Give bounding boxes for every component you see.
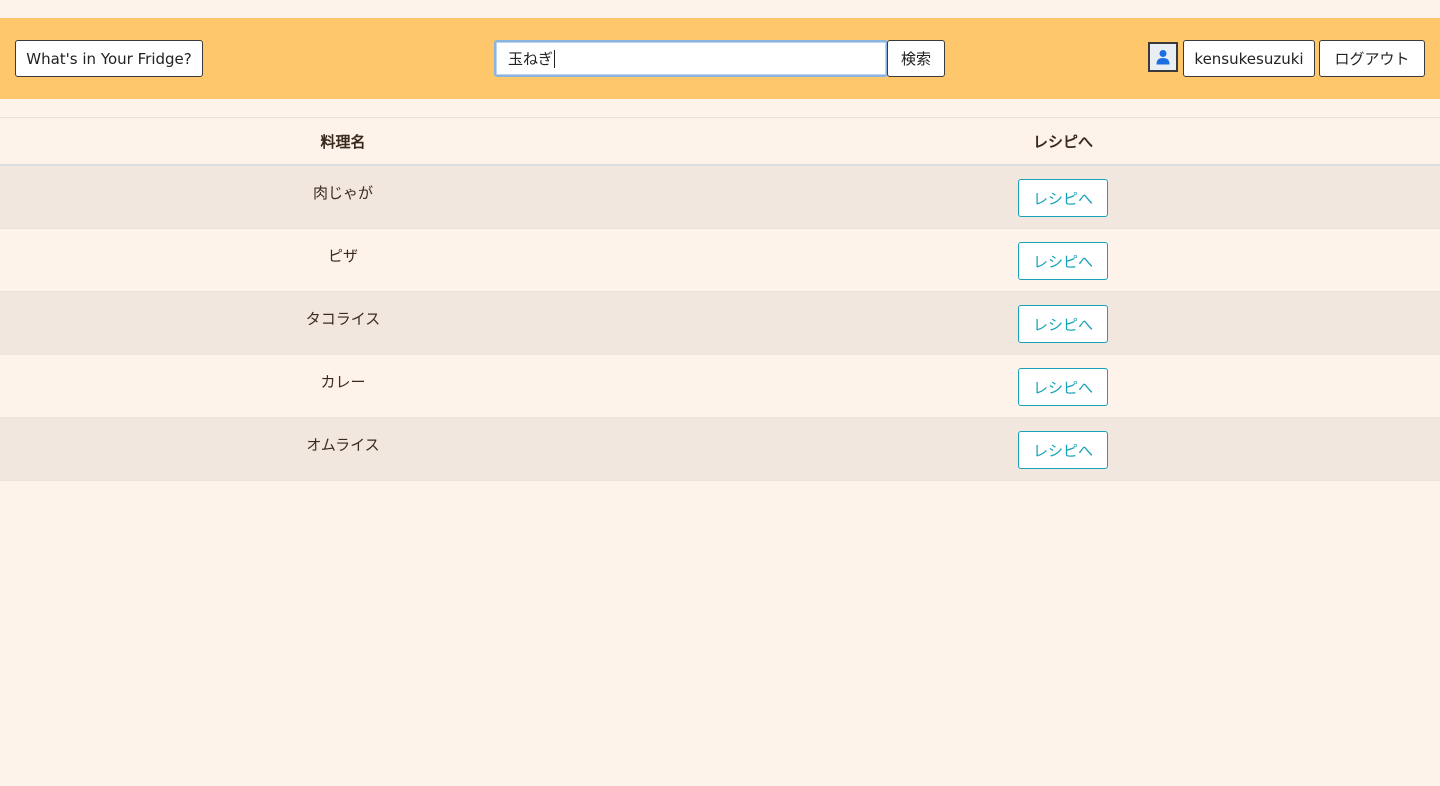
column-header-dish-name: 料理名 xyxy=(320,133,366,151)
dish-name: ピザ xyxy=(327,247,358,265)
recipe-button[interactable]: レシピへ xyxy=(1018,305,1108,343)
table-row: 肉じゃが レシピへ xyxy=(0,166,1440,229)
username-button[interactable]: kensukesuzuki xyxy=(1183,40,1315,77)
recipe-link-cell: レシピへ xyxy=(686,418,1440,480)
dish-name: 肉じゃが xyxy=(312,184,373,202)
recipe-link-cell: レシピへ xyxy=(686,229,1440,291)
recipe-button[interactable]: レシピへ xyxy=(1018,242,1108,280)
dish-name: カレー xyxy=(320,373,366,391)
text-caret xyxy=(554,49,556,68)
dish-name: タコライス xyxy=(305,310,381,328)
table-row: タコライス レシピへ xyxy=(0,292,1440,355)
recipe-link-cell: レシピへ xyxy=(686,166,1440,228)
brand-button[interactable]: What's in Your Fridge? xyxy=(15,40,203,77)
search-input-value: 玉ねぎ xyxy=(508,50,554,68)
navbar: What's in Your Fridge? 玉ねぎ 検索 kensukesuz… xyxy=(0,18,1440,99)
search-button[interactable]: 検索 xyxy=(887,40,945,77)
table-row: ピザ レシピへ xyxy=(0,229,1440,292)
recipe-button[interactable]: レシピへ xyxy=(1018,431,1108,469)
column-header-recipe-link: レシピへ xyxy=(1032,133,1093,151)
recipe-link-cell: レシピへ xyxy=(686,292,1440,354)
recipe-button[interactable]: レシピへ xyxy=(1018,368,1108,406)
recipe-table: 料理名 レシピへ 肉じゃが レシピへ ピザ レシピへ タコライス レシピへ カレ… xyxy=(0,117,1440,481)
table-row: オムライス レシピへ xyxy=(0,418,1440,481)
table-header: 料理名 レシピへ xyxy=(0,118,1440,166)
table-row: カレー レシピへ xyxy=(0,355,1440,418)
dish-name: オムライス xyxy=(306,436,380,454)
search-input[interactable]: 玉ねぎ xyxy=(494,40,888,77)
recipe-button[interactable]: レシピへ xyxy=(1018,179,1108,217)
person-icon xyxy=(1156,50,1170,65)
user-profile-button[interactable] xyxy=(1148,42,1178,72)
logout-button[interactable]: ログアウト xyxy=(1319,40,1425,77)
recipe-link-cell: レシピへ xyxy=(686,355,1440,417)
